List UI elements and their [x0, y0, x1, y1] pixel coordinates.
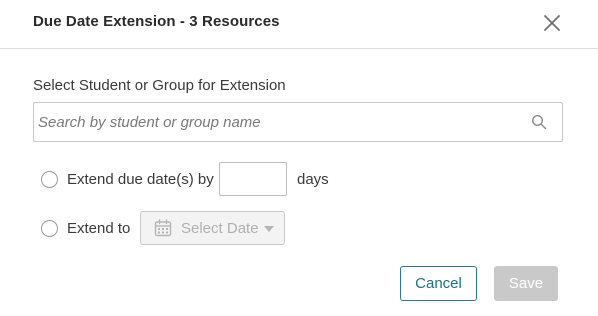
calendar-icon: [154, 219, 172, 237]
student-search-input[interactable]: [34, 103, 524, 141]
select-date-dropdown[interactable]: Select Date: [140, 211, 285, 245]
extend-days-input[interactable]: [219, 162, 287, 196]
close-icon: [544, 15, 560, 31]
dialog-header: Due Date Extension - 3 Resources: [0, 0, 598, 49]
select-date-label: Select Date: [181, 220, 259, 237]
student-search-box: [33, 102, 563, 142]
caret-down-icon: [264, 226, 274, 232]
cancel-button[interactable]: Cancel: [400, 266, 477, 301]
extend-to-radio[interactable]: [41, 220, 58, 237]
search-icon[interactable]: [531, 114, 547, 130]
close-button[interactable]: [540, 11, 564, 35]
save-button[interactable]: Save: [494, 266, 558, 301]
extend-to-label: Extend to: [67, 220, 131, 237]
dialog-title: Due Date Extension - 3 Resources: [33, 13, 280, 30]
extend-by-label: Extend due date(s) by: [67, 171, 214, 188]
due-date-extension-dialog: Due Date Extension - 3 Resources Select …: [0, 0, 598, 316]
student-select-label: Select Student or Group for Extension: [33, 77, 286, 94]
extend-by-radio[interactable]: [41, 171, 58, 188]
days-suffix-label: days: [297, 171, 329, 188]
